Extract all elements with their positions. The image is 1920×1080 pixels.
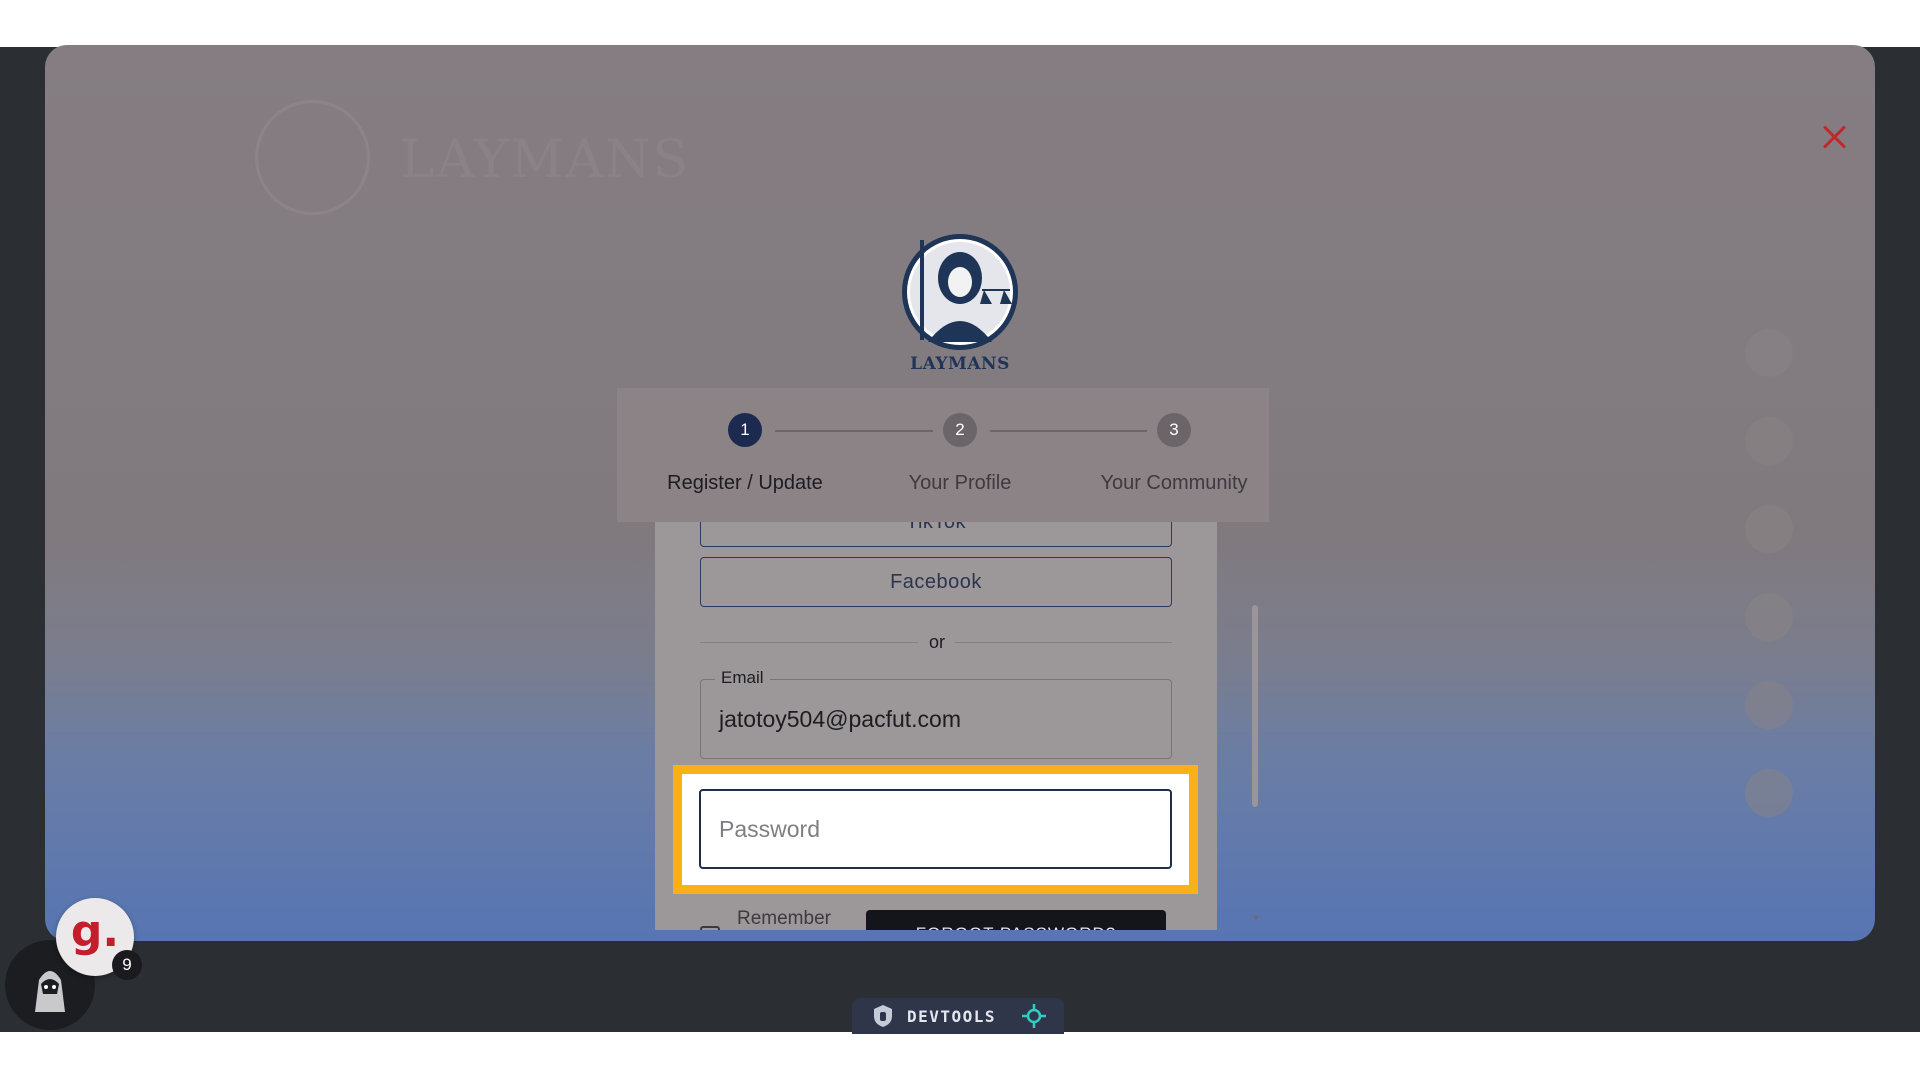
step-2-label[interactable]: Your Profile [840, 472, 1080, 495]
step-1-label[interactable]: Register / Update [625, 472, 865, 495]
side-icon [1745, 593, 1793, 641]
divider-right [955, 642, 1172, 643]
crosshair-icon[interactable] [1022, 1004, 1046, 1028]
forgot-password-button[interactable]: FORGOT PASSWORD? [866, 910, 1166, 930]
step-connector [990, 430, 1147, 432]
shield-icon [874, 1005, 892, 1027]
tiktok-login-button[interactable]: TikTok [700, 522, 1172, 547]
logo-text: LAYMANS [910, 354, 1010, 374]
background-logo-icon [255, 100, 370, 215]
step-1-circle[interactable]: 1 [728, 413, 762, 447]
email-label: Email [715, 668, 770, 688]
stepper-panel [617, 388, 1269, 522]
form-scrollbar[interactable] [1252, 605, 1258, 807]
grammarly-icon: g. [70, 906, 120, 957]
step-connector [775, 430, 933, 432]
close-icon[interactable] [1818, 120, 1852, 154]
email-field[interactable]: Email jatotoy504@pacfut.com [700, 668, 1172, 759]
side-icon [1745, 681, 1793, 729]
background-brand-text: LAYMANS [400, 130, 691, 190]
devtools-label: DEVTOOLS [907, 1007, 997, 1026]
laymans-logo: LAYMANS [900, 230, 1020, 376]
side-icon [1745, 417, 1793, 465]
step-3-circle[interactable]: 3 [1157, 413, 1191, 447]
divider-left [700, 642, 918, 643]
scroll-down-icon[interactable] [1253, 916, 1259, 921]
remember-label: Remember [737, 908, 831, 929]
email-value[interactable]: jatotoy504@pacfut.com [719, 706, 961, 733]
password-input[interactable] [699, 789, 1172, 869]
side-icon [1745, 769, 1793, 817]
grammarly-count-badge: 9 [112, 950, 142, 980]
remember-checkbox[interactable] [700, 926, 720, 930]
step-2-circle[interactable]: 2 [943, 413, 977, 447]
side-icon [1745, 329, 1793, 377]
facebook-login-button[interactable]: Facebook [700, 557, 1172, 607]
step-3-label[interactable]: Your Community [1054, 472, 1294, 495]
divider-text: or [928, 632, 945, 652]
side-icon [1745, 505, 1793, 553]
devtools-tab[interactable]: DEVTOOLS [852, 998, 1064, 1034]
